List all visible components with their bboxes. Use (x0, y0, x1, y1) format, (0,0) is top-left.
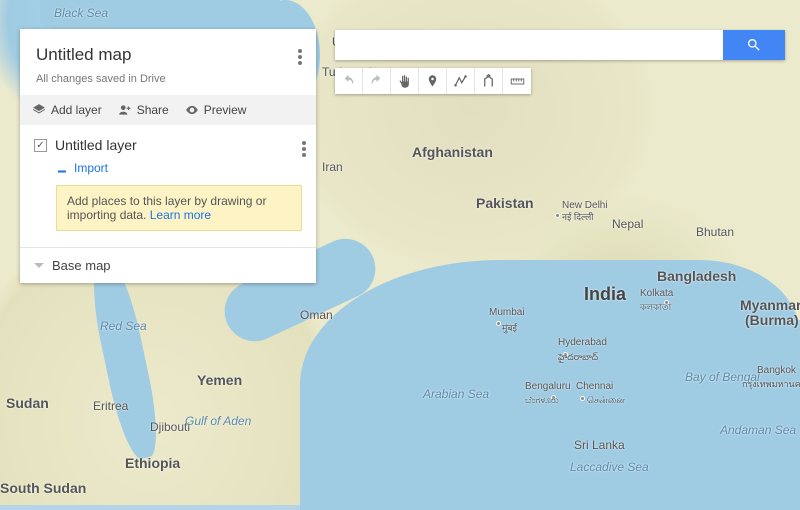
label-new-delhi: New Delhi (562, 200, 608, 211)
label-iran: Iran (322, 160, 343, 174)
marker-button[interactable] (419, 68, 447, 94)
caret-down-icon (34, 263, 44, 273)
search-button[interactable] (723, 30, 785, 60)
undo-icon (341, 74, 356, 89)
label-ethiopia: Ethiopia (125, 455, 180, 471)
route-button[interactable] (475, 68, 503, 94)
side-panel: Untitled map All changes saved in Drive … (20, 29, 316, 283)
basemap-label: Base map (52, 258, 111, 273)
layers-icon (32, 103, 46, 117)
ruler-icon (510, 74, 525, 89)
share-label: Share (137, 103, 169, 117)
add-layer-label: Add layer (51, 103, 102, 117)
line-button[interactable] (447, 68, 475, 94)
label-south-sudan: South Sudan (0, 480, 86, 496)
label-afghanistan: Afghanistan (412, 144, 493, 160)
share-button[interactable]: Share (118, 103, 169, 117)
map-title[interactable]: Untitled map (36, 45, 300, 65)
search-input[interactable] (335, 30, 723, 60)
label-nepal: Nepal (612, 217, 643, 231)
kebab-icon (298, 55, 302, 59)
label-pakistan: Pakistan (476, 195, 534, 211)
search-bar (335, 30, 785, 60)
label-bhutan: Bhutan (696, 225, 734, 239)
layer-name[interactable]: Untitled layer (55, 137, 137, 153)
line-icon (453, 74, 468, 89)
label-sudan: Sudan (6, 395, 49, 411)
import-label: Import (74, 161, 108, 175)
eye-icon (185, 103, 199, 117)
import-icon (56, 162, 68, 174)
layer-options-button[interactable] (298, 135, 310, 163)
route-icon (481, 74, 496, 89)
marker-icon (425, 74, 440, 89)
save-status: All changes saved in Drive (36, 73, 300, 85)
learn-more-link[interactable]: Learn more (150, 208, 211, 222)
preview-button[interactable]: Preview (185, 103, 247, 117)
search-icon (746, 37, 762, 53)
import-button[interactable]: Import (56, 161, 302, 175)
label-yemen: Yemen (197, 372, 242, 388)
share-icon (118, 103, 132, 117)
redo-button[interactable] (363, 68, 391, 94)
ruler-button[interactable] (503, 68, 531, 94)
panel-actions: Add layer Share Preview (20, 95, 316, 125)
basemap-toggle[interactable]: Base map (20, 247, 316, 283)
label-gulf-aden: Gulf of Aden (185, 414, 251, 428)
map-options-button[interactable] (294, 43, 306, 71)
layer-checkbox[interactable] (34, 139, 47, 152)
undo-button[interactable] (335, 68, 363, 94)
layer-item: Untitled layer Import Add places to this… (20, 125, 316, 247)
map-toolbar (335, 68, 531, 94)
label-new-delhi-native: नई दिल्ली (562, 210, 594, 223)
preview-label: Preview (204, 103, 247, 117)
hand-icon (397, 74, 412, 89)
add-layer-button[interactable]: Add layer (32, 103, 102, 117)
layer-tip: Add places to this layer by drawing or i… (56, 185, 302, 231)
redo-icon (369, 74, 384, 89)
kebab-icon (302, 147, 306, 151)
pan-button[interactable] (391, 68, 419, 94)
